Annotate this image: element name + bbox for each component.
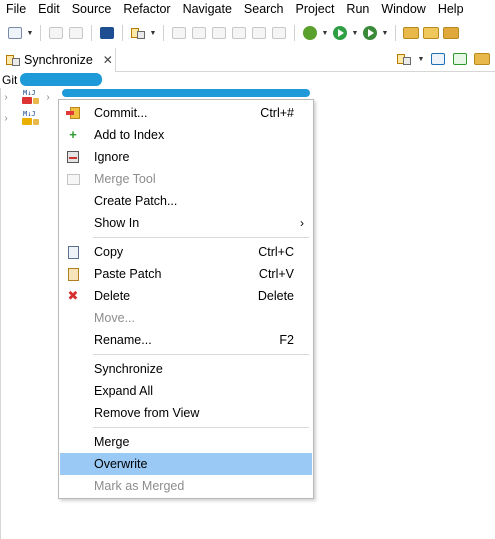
redacted-tree-label <box>62 89 310 97</box>
new-dropdown-icon[interactable]: ▼ <box>26 30 34 37</box>
view-toolbar: ▼ <box>395 50 491 68</box>
link-icon[interactable] <box>210 24 228 42</box>
run-dropdown-icon[interactable]: ▼ <box>351 30 359 37</box>
menu-item-merge-tool[interactable]: Merge Tool <box>60 168 312 190</box>
commit-icon <box>66 106 80 120</box>
expand-chevron-icon[interactable]: › <box>0 113 12 124</box>
menu-project[interactable]: Project <box>290 0 341 18</box>
menu-item-overwrite[interactable]: Overwrite <box>60 453 312 475</box>
menu-item-remove-from-view[interactable]: Remove from View <box>60 402 312 424</box>
menu-item-copy[interactable]: Copy Ctrl+C <box>60 241 312 263</box>
toolbar-separator <box>91 25 92 41</box>
tree-row[interactable]: › M↓J › <box>0 90 54 104</box>
open-type-icon[interactable] <box>422 24 440 42</box>
menu-item-commit[interactable]: Commit... Ctrl+# <box>60 102 312 124</box>
menu-help[interactable]: Help <box>432 0 470 18</box>
open-perspective-icon[interactable] <box>473 50 491 68</box>
pin-view-icon[interactable] <box>429 50 447 68</box>
compare-icon[interactable] <box>230 24 248 42</box>
menu-item-rename[interactable]: Rename... F2 <box>60 329 312 351</box>
delete-icon: ✖ <box>67 288 79 303</box>
submenu-arrow-icon: › <box>300 216 304 230</box>
view-menu-icon[interactable] <box>451 50 469 68</box>
repository-label: Git <box>0 72 17 88</box>
menu-separator <box>93 427 309 428</box>
new-icon[interactable] <box>6 24 24 42</box>
tab-label: Synchronize <box>24 53 93 67</box>
menu-item-create-patch[interactable]: Create Patch... <box>60 190 312 212</box>
external-tools-icon[interactable] <box>361 24 379 42</box>
paragraph-icon[interactable] <box>270 24 288 42</box>
synchronize-view-icon <box>6 53 20 67</box>
menu-separator <box>93 354 309 355</box>
menu-bar: File Edit Source Refactor Navigate Searc… <box>0 0 495 18</box>
terminal-icon[interactable] <box>98 24 116 42</box>
merge-tool-icon <box>66 172 80 186</box>
redacted-repository-name <box>20 73 102 86</box>
template-icon[interactable] <box>250 24 268 42</box>
menu-item-add-to-index[interactable]: + Add to Index <box>60 124 312 146</box>
context-menu: Commit... Ctrl+# + Add to Index Ignore M… <box>58 99 314 499</box>
menu-refactor[interactable]: Refactor <box>117 0 176 18</box>
toolbar-separator <box>294 25 295 41</box>
menu-item-show-in[interactable]: Show In › <box>60 212 312 234</box>
toolbar-separator <box>163 25 164 41</box>
menu-search[interactable]: Search <box>238 0 290 18</box>
toolbar-separator <box>40 25 41 41</box>
menu-item-expand-all[interactable]: Expand All <box>60 380 312 402</box>
main-toolbar: ▼ ▼ ▼ ▼ ▼ <box>0 20 495 46</box>
view-synchronize-dropdown-icon[interactable]: ▼ <box>417 56 425 63</box>
debug-icon[interactable] <box>301 24 319 42</box>
add-icon: + <box>69 127 77 142</box>
run-icon[interactable] <box>331 24 349 42</box>
menu-file[interactable]: File <box>0 0 32 18</box>
view-left-border <box>0 88 1 539</box>
expand-chevron-icon[interactable]: › <box>0 92 12 103</box>
toolbar-separator <box>122 25 123 41</box>
menu-item-synchronize[interactable]: Synchronize <box>60 358 312 380</box>
debug-dropdown-icon[interactable]: ▼ <box>321 30 329 37</box>
paste-icon <box>66 267 80 281</box>
menu-item-merge[interactable]: Merge <box>60 431 312 453</box>
conflict-file-icon: M↓J <box>22 90 40 104</box>
close-icon[interactable]: ✕ <box>103 53 113 67</box>
menu-navigate[interactable]: Navigate <box>177 0 238 18</box>
synchronize-dropdown-icon[interactable]: ▼ <box>149 30 157 37</box>
repo-prefix: Git <box>2 73 18 87</box>
menu-run[interactable]: Run <box>340 0 375 18</box>
search-icon[interactable] <box>442 24 460 42</box>
menu-item-delete[interactable]: ✖ Delete Delete <box>60 285 312 307</box>
view-synchronize-icon[interactable] <box>395 50 413 68</box>
external-tools-dropdown-icon[interactable]: ▼ <box>381 30 389 37</box>
menu-source[interactable]: Source <box>66 0 118 18</box>
menu-item-mark-as-merged[interactable]: Mark as Merged <box>60 475 312 497</box>
open-folder-icon[interactable] <box>402 24 420 42</box>
view-tab-bar: Synchronize ✕ ▼ <box>0 48 495 72</box>
pin-icon[interactable] <box>170 24 188 42</box>
menu-item-paste-patch[interactable]: Paste Patch Ctrl+V <box>60 263 312 285</box>
copy-icon <box>66 245 80 259</box>
menu-edit[interactable]: Edit <box>32 0 66 18</box>
tab-synchronize[interactable]: Synchronize ✕ <box>0 48 116 72</box>
save-icon[interactable] <box>47 24 65 42</box>
tree-row[interactable]: › M↓J <box>0 111 40 125</box>
menu-item-move[interactable]: Move... <box>60 307 312 329</box>
save-all-icon[interactable] <box>67 24 85 42</box>
menu-item-ignore[interactable]: Ignore <box>60 146 312 168</box>
warning-file-icon: M↓J <box>22 111 40 125</box>
ignore-icon <box>66 150 80 164</box>
refactor-icon[interactable] <box>190 24 208 42</box>
menu-window[interactable]: Window <box>375 0 431 18</box>
menu-separator <box>93 237 309 238</box>
toolbar-separator <box>395 25 396 41</box>
expand-chevron-icon[interactable]: › <box>42 92 54 103</box>
synchronize-icon[interactable] <box>129 24 147 42</box>
